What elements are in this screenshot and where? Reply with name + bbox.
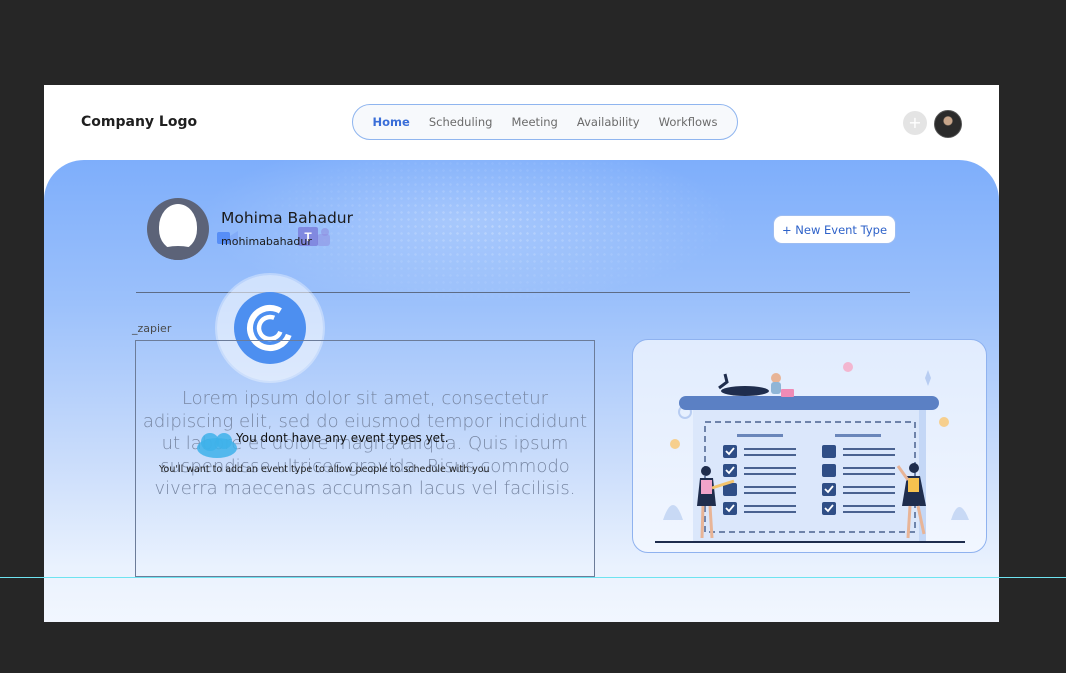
profile-name: Mohima Bahadur xyxy=(221,209,353,227)
new-event-type-button[interactable]: + New Event Type xyxy=(773,215,896,244)
tab-meeting[interactable]: Meeting xyxy=(511,115,557,129)
user-avatar[interactable] xyxy=(934,110,962,138)
company-logo[interactable]: Company Logo xyxy=(81,114,197,130)
main-nav: Home Scheduling Meeting Availability Wor… xyxy=(352,104,738,140)
empty-state-subtitle: You'll want to add an event type to allo… xyxy=(159,464,490,475)
checklist-illustration xyxy=(655,362,969,543)
salesforce-cloud-icon xyxy=(197,433,237,458)
app-canvas: Company Logo Home Scheduling Meeting Ava… xyxy=(44,85,999,622)
tab-home[interactable]: Home xyxy=(373,115,410,129)
profile-username: mohimabahadur xyxy=(221,235,312,248)
empty-state-title: You dont have any event types yet. xyxy=(236,431,449,445)
guide-line xyxy=(0,577,1066,578)
zapier-label: _zapier xyxy=(132,322,172,335)
add-button[interactable]: + xyxy=(903,111,927,135)
profile-avatar xyxy=(147,198,209,260)
tab-scheduling[interactable]: Scheduling xyxy=(429,115,493,129)
tab-workflows[interactable]: Workflows xyxy=(659,115,718,129)
illustration-card xyxy=(632,339,987,553)
tab-availability[interactable]: Availability xyxy=(577,115,640,129)
